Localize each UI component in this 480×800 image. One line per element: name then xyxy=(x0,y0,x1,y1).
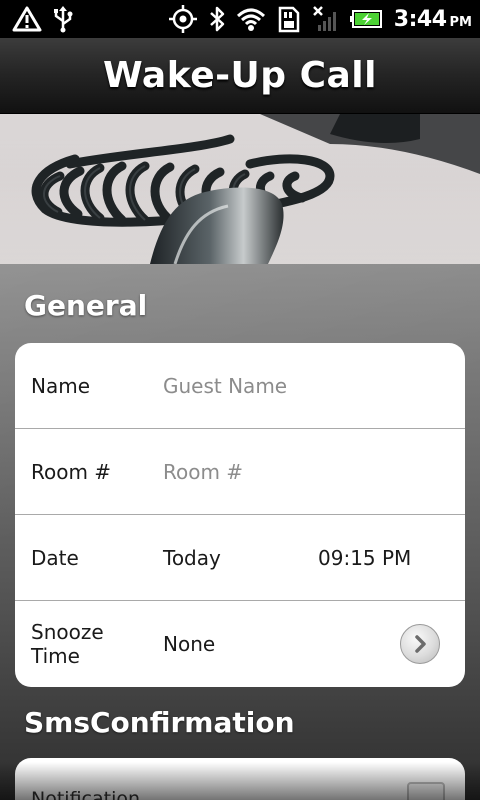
date-value[interactable]: Today xyxy=(163,546,221,570)
battery-charging-icon xyxy=(349,8,384,30)
snooze-label-line2: Time xyxy=(31,644,80,668)
sd-card-icon xyxy=(276,5,302,33)
room-row: Room # xyxy=(15,429,465,515)
section-title-sms: SmsConfirmation xyxy=(24,706,295,739)
banner-image xyxy=(0,114,480,264)
telephone-photo-icon xyxy=(0,114,480,264)
general-card: Name Room # Date Today 09:15 PM Snooze T… xyxy=(15,343,465,687)
section-title-general: General xyxy=(24,289,148,322)
snooze-value: None xyxy=(163,632,216,656)
notification-checkbox[interactable] xyxy=(407,782,445,800)
chevron-right-icon xyxy=(415,635,426,653)
snooze-label: Snooze Time xyxy=(31,620,151,668)
bluetooth-icon xyxy=(208,5,226,33)
sms-card: Notification xyxy=(15,758,465,800)
notification-label: Notification xyxy=(31,788,141,800)
name-row: Name xyxy=(15,343,465,429)
room-number-input[interactable] xyxy=(163,449,443,495)
page-title: Wake-Up Call xyxy=(103,55,377,96)
title-bar: Wake-Up Call xyxy=(0,38,480,114)
time-value[interactable]: 09:15 PM xyxy=(318,546,411,570)
snooze-arrow-button[interactable] xyxy=(400,624,440,664)
snooze-label-line1: Snooze xyxy=(31,620,104,644)
date-label: Date xyxy=(31,545,79,570)
room-label: Room # xyxy=(31,459,112,484)
snooze-row[interactable]: Snooze Time None xyxy=(15,601,465,687)
usb-icon xyxy=(52,5,74,33)
no-signal-icon xyxy=(312,5,340,33)
wifi-icon xyxy=(236,6,266,32)
clock-time: 3:44 xyxy=(393,6,447,32)
status-bar: 3:44 PM xyxy=(0,0,480,38)
warning-icon xyxy=(12,6,42,32)
guest-name-input[interactable] xyxy=(163,363,443,409)
clock-ampm: PM xyxy=(449,14,472,30)
gps-icon xyxy=(168,4,198,34)
name-label: Name xyxy=(31,373,91,398)
clock: 3:44 PM xyxy=(394,7,472,32)
date-row[interactable]: Date Today 09:15 PM xyxy=(15,515,465,601)
